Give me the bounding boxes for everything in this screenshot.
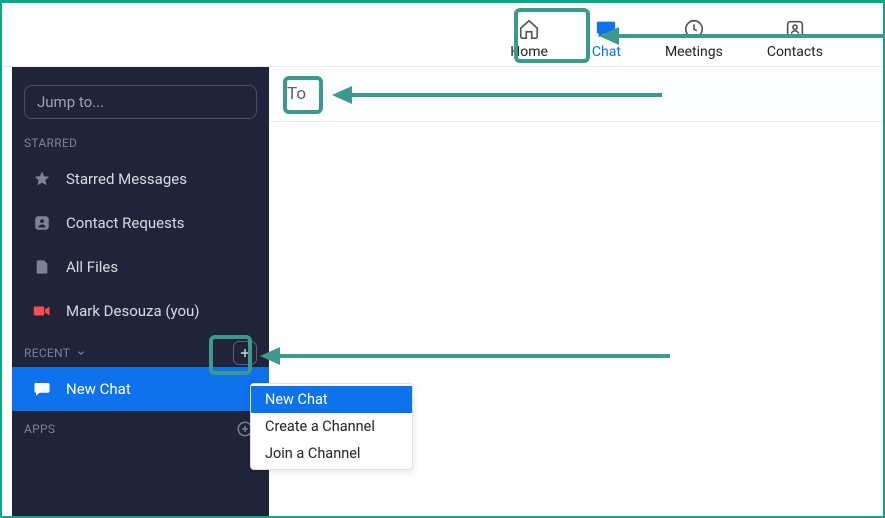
clock-icon (683, 18, 705, 40)
sidebar-item-label: Contact Requests (66, 214, 184, 232)
dropdown-item-label: New Chat (265, 391, 328, 408)
nav-items: Home Chat Meetings Contacts (510, 10, 883, 60)
section-header-starred: STARRED (12, 129, 269, 157)
sidebar: Jump to... STARRED Starred Messages Cont… (12, 67, 269, 516)
person-icon (32, 213, 52, 233)
jump-to-input[interactable]: Jump to... (24, 85, 257, 119)
dropdown-item-label: Create a Channel (265, 418, 375, 435)
contacts-icon (784, 18, 806, 40)
sidebar-item-label: All Files (66, 258, 118, 276)
compose-to-label: To (281, 82, 312, 106)
recent-title: RECENT (24, 346, 70, 360)
chat-icon (595, 18, 617, 40)
section-header-recent: RECENT (12, 339, 269, 367)
dropdown-item-label: Join a Channel (265, 445, 360, 462)
recent-add-dropdown: New Chat Create a Channel Join a Channel (250, 383, 413, 470)
compose-bar: To (269, 67, 883, 122)
dropdown-join-channel[interactable]: Join a Channel (251, 440, 412, 467)
sidebar-item-new-chat[interactable]: New Chat (12, 367, 269, 411)
section-header-apps: APPS (12, 415, 269, 443)
camera-icon (32, 301, 52, 321)
nav-home-label: Home (510, 44, 548, 60)
chevron-down-icon[interactable] (76, 348, 86, 358)
sidebar-item-label: Mark Desouza (you) (66, 302, 200, 320)
sidebar-item-label: Starred Messages (66, 170, 187, 188)
recent-add-button[interactable] (233, 341, 257, 365)
dropdown-create-channel[interactable]: Create a Channel (251, 413, 412, 440)
star-icon (32, 169, 52, 189)
sidebar-item-you[interactable]: Mark Desouza (you) (12, 289, 269, 333)
nav-home[interactable]: Home (510, 18, 548, 60)
top-nav: Home Chat Meetings Contacts (2, 3, 883, 67)
annotation-arrow-plus (260, 347, 670, 365)
sidebar-item-contact-requests[interactable]: Contact Requests (12, 201, 269, 245)
dropdown-new-chat[interactable]: New Chat (251, 386, 412, 413)
sidebar-item-label: New Chat (66, 380, 131, 398)
chat-bubble-icon (32, 379, 52, 399)
nav-chat[interactable]: Chat (592, 18, 621, 60)
jump-to-placeholder: Jump to... (37, 93, 104, 111)
home-icon (518, 18, 540, 40)
nav-meetings[interactable]: Meetings (665, 18, 723, 60)
compose-input[interactable] (318, 80, 871, 108)
sidebar-item-all-files[interactable]: All Files (12, 245, 269, 289)
starred-title: STARRED (24, 136, 77, 150)
apps-title: APPS (24, 422, 55, 436)
nav-chat-label: Chat (592, 44, 621, 60)
nav-contacts[interactable]: Contacts (767, 18, 823, 60)
nav-meetings-label: Meetings (665, 44, 723, 60)
sidebar-item-starred-messages[interactable]: Starred Messages (12, 157, 269, 201)
file-icon (32, 257, 52, 277)
nav-contacts-label: Contacts (767, 44, 823, 60)
